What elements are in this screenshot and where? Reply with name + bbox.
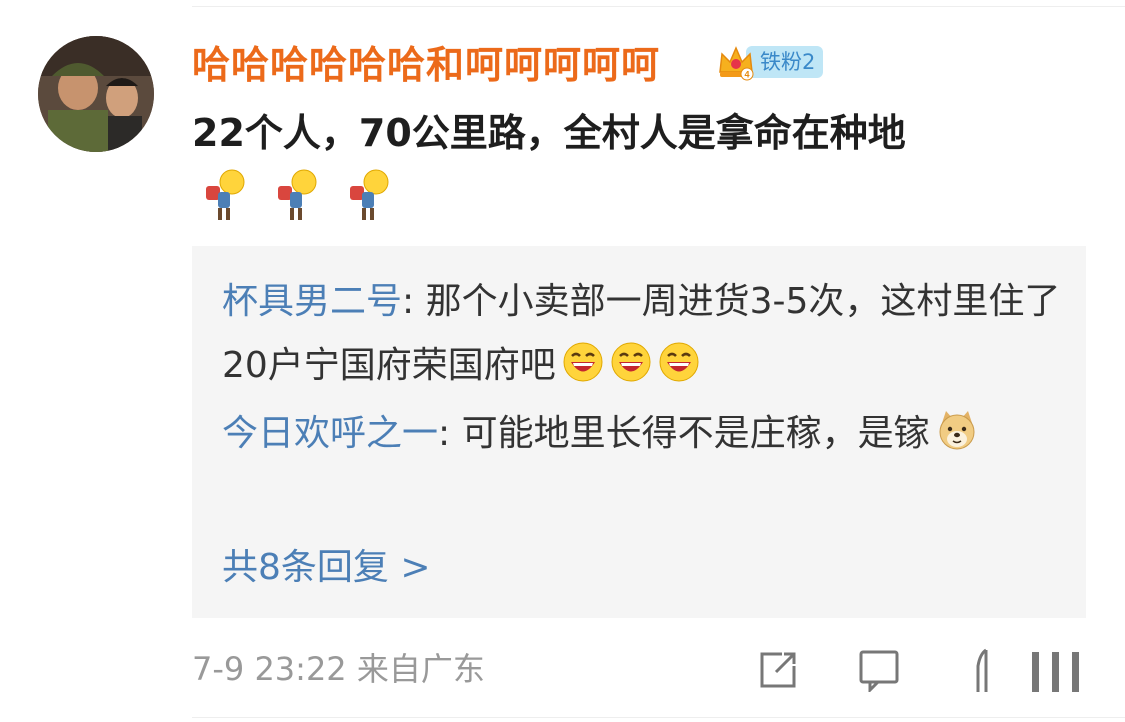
reply-item[interactable]: 今日欢呼之一: 可能地里长得不是庄稼，是镓 — [222, 402, 1082, 466]
comment-time: 7-9 23:22 — [192, 650, 347, 688]
comment-emoji-row — [200, 166, 394, 226]
comment-source: 来自广东 — [356, 650, 485, 688]
comment-text: 22个人，70公里路，全村人是拿命在种地 — [192, 111, 906, 155]
avatar-photo — [38, 36, 154, 152]
carry-back-emoji-icon — [278, 169, 317, 220]
laughing-emoji-icon — [611, 342, 651, 382]
bottom-divider — [192, 717, 1125, 718]
carry-back-emoji-icon — [350, 169, 389, 220]
reply-author[interactable]: 今日欢呼之一 — [222, 413, 438, 454]
badge-level: 4 — [744, 70, 749, 80]
carry-back-emoji-icon — [206, 169, 245, 220]
share-icon[interactable] — [756, 648, 800, 692]
comment-icon[interactable] — [858, 648, 902, 692]
top-divider — [192, 6, 1125, 7]
badge-label: 铁粉2 — [746, 46, 824, 78]
avatar[interactable] — [38, 36, 154, 152]
doge-emoji-icon — [939, 411, 975, 450]
reply-author[interactable]: 杯具男二号 — [222, 281, 402, 322]
laughing-emoji-icon — [659, 342, 699, 382]
reply-item[interactable]: 杯具男二号: 那个小卖部一周进货3-5次，这村里住了20户宁国府荣国府吧 — [222, 270, 1082, 398]
like-icon[interactable] — [968, 648, 998, 692]
reply-separator: : — [438, 413, 462, 454]
replies-panel: 杯具男二号: 那个小卖部一周进货3-5次，这村里住了20户宁国府荣国府吧 今日欢… — [192, 246, 1086, 618]
laughing-emoji-icon — [563, 342, 603, 382]
more-replies-link[interactable]: 共8条回复 > — [222, 538, 431, 598]
reply-text: 可能地里长得不是庄稼，是镓 — [461, 413, 930, 454]
more-icon[interactable] — [1028, 648, 1084, 692]
reply-separator: : — [402, 281, 426, 322]
crown-icon: 4 — [719, 46, 754, 81]
comment-meta: 7-9 23:22 来自广东 — [192, 644, 485, 694]
username[interactable]: 哈哈哈哈哈哈和呵呵呵呵呵 — [192, 38, 660, 92]
fan-badge[interactable]: 4 铁粉2 — [716, 42, 824, 82]
